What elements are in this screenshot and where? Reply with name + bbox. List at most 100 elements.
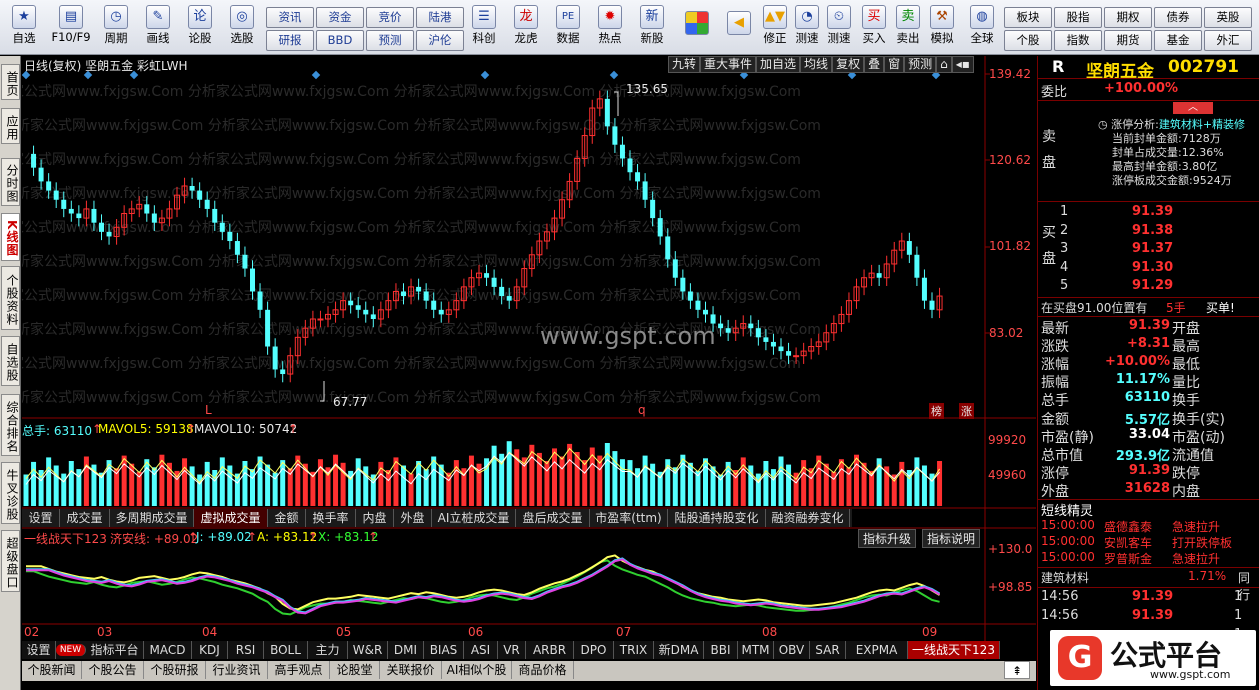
ind-tab-expma[interactable]: EXPMA (846, 641, 908, 659)
toolbar-correct[interactable]: ▲▼ 修正 (760, 3, 790, 53)
vol-tab-after-hours[interactable]: 盘后成交量 (516, 509, 590, 527)
sidetab-watchlist[interactable]: 自选股 (1, 336, 20, 386)
ind-tab-dma[interactable]: 新DMA (654, 641, 704, 659)
bid-row[interactable]: 2 91.38 (1038, 223, 1259, 241)
window-button[interactable]: 窗 (884, 56, 905, 73)
toolbar-test[interactable]: ⏲ 测速 (824, 3, 854, 53)
sector-name[interactable]: 建筑材料 (1041, 569, 1089, 586)
toolbar-global[interactable]: ◍ 全球 (962, 3, 1002, 53)
ind-tab-rsi[interactable]: RSI (228, 641, 264, 659)
toolbar-draw[interactable]: ✎ 画线 (138, 3, 178, 53)
toolbar-longhu[interactable]: 龙龙虎 (506, 3, 546, 53)
toolbar-stock-select[interactable]: ◎ 选股 (222, 3, 262, 53)
sidetab-ranking[interactable]: 综合排名 (1, 394, 20, 456)
vol-tab-multi-period[interactable]: 多周期成交量 (110, 509, 194, 527)
bonds-button[interactable]: 债券 (1154, 7, 1202, 28)
toolbar-sell[interactable]: 卖卖出 (892, 3, 924, 53)
ind-tab-boll[interactable]: BOLL (264, 641, 308, 659)
vol-tab-turnover[interactable]: 换手率 (306, 509, 356, 527)
expand-up-icon[interactable]: ⇞ (1004, 661, 1030, 679)
bid-row[interactable]: 1 91.39 (1038, 204, 1259, 222)
toolbar-simulate[interactable]: ⚒ 模拟 (926, 3, 958, 53)
ind-tab-asi[interactable]: ASI (464, 641, 498, 659)
ind-tab-bbi[interactable]: BBI (704, 641, 738, 659)
bid-row[interactable]: 4 91.30 (1038, 260, 1259, 278)
ind-tab-arbr[interactable]: ARBR (526, 641, 574, 659)
toolbar-kechuang[interactable]: ☰ 科创 (464, 3, 504, 53)
ind-tab-vr[interactable]: VR (498, 641, 526, 659)
bottom-tab-experts[interactable]: 高手观点 (268, 661, 330, 679)
overlay-button[interactable]: 叠 (864, 56, 885, 73)
vol-tab-ai[interactable]: AI立桩成交量 (432, 509, 516, 527)
sidetab-kline[interactable]: K线图 (1, 213, 20, 261)
toolbar-period[interactable]: ◷ 周期 (96, 3, 136, 53)
ind-tab-bias[interactable]: BIAS (424, 641, 464, 659)
vol-tab-settings[interactable]: 设置 (22, 509, 60, 527)
predict-button[interactable]: 预测 (904, 56, 937, 73)
bottom-tab-commodity[interactable]: 商品价格 (512, 661, 574, 679)
ind-tab-kdj[interactable]: KDJ (192, 641, 228, 659)
bottom-tab-related[interactable]: 关联报价 (380, 661, 442, 679)
major-event-button[interactable]: 重大事件 (700, 56, 757, 73)
sidetab-home[interactable]: 首页 (1, 64, 20, 100)
ind-tab-yxztx[interactable]: 一线战天下123 (908, 641, 1000, 659)
ind-tab-obv[interactable]: OBV (774, 641, 810, 659)
index-futures-button[interactable]: 股指 (1054, 7, 1102, 28)
vol-tab-margin[interactable]: 融资融券变化 (766, 509, 850, 527)
toolbar-buy[interactable]: 买买入 (858, 3, 890, 53)
news-button[interactable]: 资讯 (266, 7, 314, 28)
lock-icon[interactable]: ⌂ (936, 56, 952, 73)
toolbar-speed[interactable]: ◔ 测速 (792, 3, 822, 53)
bottom-tab-ai-similar[interactable]: AI相似个股 (442, 661, 512, 679)
toolbar-newstock[interactable]: 新新股 (632, 3, 672, 53)
index-button[interactable]: 指数 (1054, 30, 1102, 51)
vol-tab-inner[interactable]: 内盘 (356, 509, 394, 527)
ind-tab-mtm[interactable]: MTM (738, 641, 774, 659)
short-item[interactable]: 15:00:00 罗普斯金 急速拉升 (1038, 550, 1259, 568)
futures-button[interactable]: 期货 (1104, 30, 1152, 51)
limit-analysis-sector[interactable]: 建筑材料+精装修 (1159, 118, 1245, 131)
auction-button[interactable]: 竞价 (366, 7, 414, 28)
ind-tab-wr[interactable]: W&R (348, 641, 388, 659)
toolbar-favorites[interactable]: ★ 自选 (4, 3, 44, 53)
ind-tab-main[interactable]: 主力 (308, 641, 348, 659)
sidetab-diagnosis[interactable]: 牛叉诊股 (1, 462, 20, 524)
layout-grid-button[interactable] (680, 3, 714, 53)
back-button[interactable]: ◀ (722, 3, 756, 53)
sector-button[interactable]: 板块 (1004, 7, 1052, 28)
ind-tab-platform[interactable]: 指标平台 (86, 641, 144, 659)
add-watchlist-button[interactable]: 加自选 (756, 56, 801, 73)
stock-button[interactable]: 个股 (1004, 30, 1052, 51)
toolbar-data[interactable]: PE 数据 (548, 3, 588, 53)
toolbar-lungu[interactable]: 论论股 (180, 3, 220, 53)
vol-tab-pe-ttm[interactable]: 市盈率(ttm) (590, 509, 668, 527)
toolbar-hot[interactable]: ✹ 热点 (590, 3, 630, 53)
bottom-tab-announcements[interactable]: 个股公告 (82, 661, 144, 679)
adjust-button[interactable]: 复权 (832, 56, 865, 73)
fund-button[interactable]: 基金 (1154, 30, 1202, 51)
ind-tab-macd[interactable]: MACD (144, 641, 192, 659)
forecast-button[interactable]: 预测 (366, 30, 414, 51)
sidetab-timeshare[interactable]: 分时图 (1, 158, 20, 206)
bottom-tab-forum[interactable]: 论股堂 (330, 661, 380, 679)
vol-tab-outer[interactable]: 外盘 (394, 509, 432, 527)
ind-tab-trix[interactable]: TRIX (614, 641, 654, 659)
indicator-upgrade-button[interactable]: 指标升级 (858, 529, 917, 548)
sidetab-level2[interactable]: 超级盘口 (1, 530, 20, 592)
forex-button[interactable]: 外汇 (1204, 30, 1252, 51)
funds-button[interactable]: 资金 (316, 7, 364, 28)
options-button[interactable]: 期权 (1104, 7, 1152, 28)
bottom-tab-research[interactable]: 个股研报 (144, 661, 206, 679)
ind-tab-dmi[interactable]: DMI (388, 641, 424, 659)
toolbar-f10[interactable]: ▤ F10/F9 (48, 3, 94, 53)
hk-connect-button[interactable]: 陆港 (416, 7, 464, 28)
collapse-icon[interactable]: ︿ (1173, 102, 1213, 114)
indicator-help-button[interactable]: 指标说明 (922, 529, 981, 548)
bid-row[interactable]: 5 91.29 (1038, 278, 1259, 296)
ind-tab-dpo[interactable]: DPO (574, 641, 614, 659)
sidetab-apps[interactable]: 应用 (1, 108, 20, 144)
pin-icon[interactable]: ◂▪ (951, 56, 974, 73)
report-button[interactable]: 研报 (266, 30, 314, 51)
ind-tab-settings[interactable]: 设置 (22, 641, 56, 659)
vol-tab-volume[interactable]: 成交量 (60, 509, 110, 527)
